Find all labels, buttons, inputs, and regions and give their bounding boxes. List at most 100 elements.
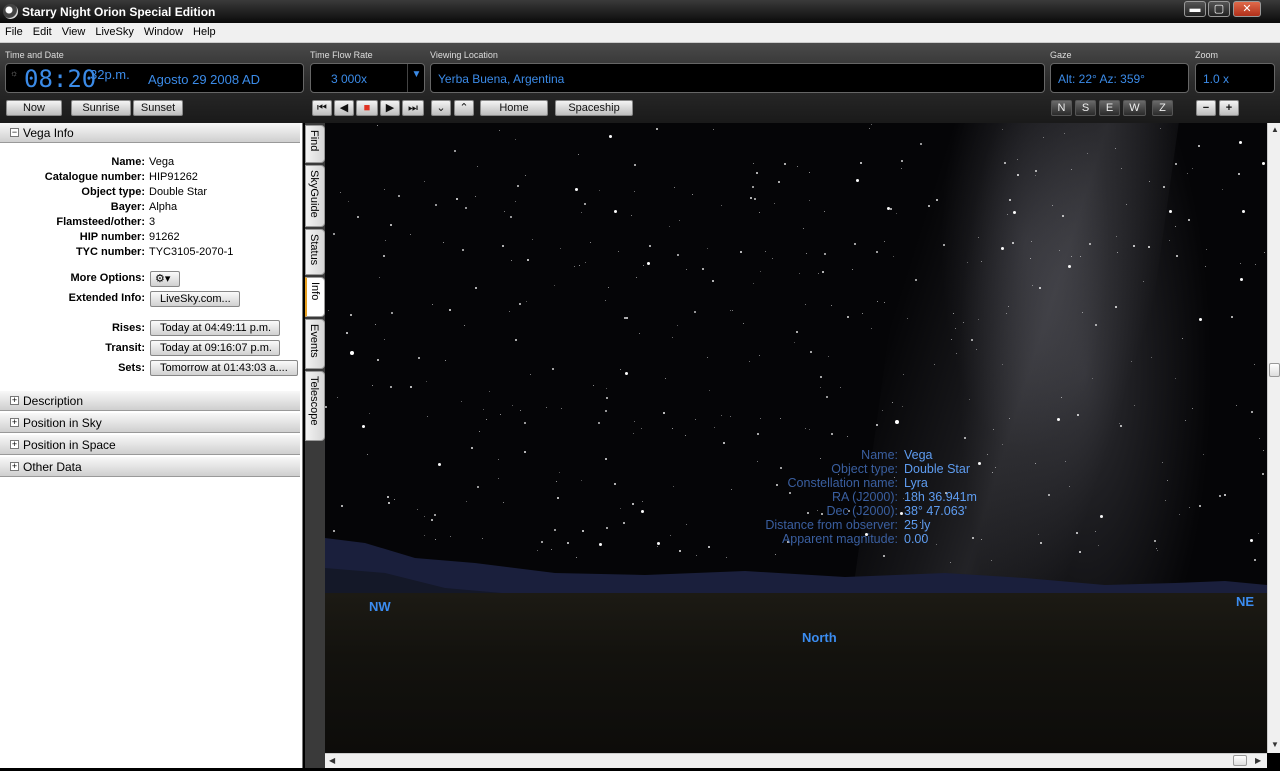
vega-info-title: Vega Info xyxy=(23,126,74,140)
now-button[interactable]: Now xyxy=(6,100,62,116)
horizontal-scrollbar[interactable]: ◀ ▶ xyxy=(325,753,1267,768)
star xyxy=(803,228,804,229)
spaceship-button[interactable]: Spaceship xyxy=(555,100,633,116)
sunset-button[interactable]: Sunset xyxy=(133,100,183,116)
expand-icon[interactable]: + xyxy=(10,440,19,449)
tab-status[interactable]: Status xyxy=(305,229,325,275)
menu-view[interactable]: View xyxy=(57,23,91,38)
sky-view[interactable]: NW North NE Name: Vega Object type: Double… xyxy=(325,123,1267,753)
menu-livesky[interactable]: LiveSky xyxy=(90,23,139,38)
menu-window[interactable]: Window xyxy=(139,23,188,38)
bright-star[interactable] xyxy=(350,351,354,355)
star xyxy=(462,249,464,251)
ampm-value[interactable]: 32p.m. xyxy=(90,67,130,82)
sets-button[interactable]: Tomorrow at 01:43:03 a.... xyxy=(150,360,298,376)
nav-up-button[interactable]: ⌃ xyxy=(454,100,474,116)
minimize-button[interactable]: ▬ xyxy=(1184,1,1206,17)
star xyxy=(641,428,642,429)
star xyxy=(372,385,373,386)
expand-icon[interactable]: + xyxy=(10,418,19,427)
scroll-right-icon[interactable]: ▶ xyxy=(1255,756,1261,765)
ground xyxy=(325,593,1267,753)
sunrise-button[interactable]: Sunrise xyxy=(71,100,131,116)
collapse-icon[interactable]: − xyxy=(10,128,19,137)
zoom-in-button[interactable]: + xyxy=(1219,100,1239,116)
transit-button[interactable]: Today at 09:16:07 p.m. xyxy=(150,340,280,356)
vega-star[interactable] xyxy=(895,420,899,424)
rises-button[interactable]: Today at 04:49:11 p.m. xyxy=(150,320,280,336)
zoom-out-button[interactable]: − xyxy=(1196,100,1216,116)
skip-back-button[interactable]: ⏮ xyxy=(312,100,332,116)
gaze-display[interactable]: Alt: 22° Az: 359° xyxy=(1050,63,1189,93)
gaze-south-button[interactable]: S xyxy=(1075,100,1096,116)
vertical-scrollbar[interactable]: ▲ ▼ xyxy=(1267,123,1280,753)
viewing-location-field[interactable]: Yerba Buena, Argentina xyxy=(430,63,1045,93)
home-button[interactable]: Home xyxy=(480,100,548,116)
play-reverse-button[interactable]: ◀ xyxy=(334,100,354,116)
star xyxy=(486,419,487,420)
zoom-display[interactable]: 1.0 x xyxy=(1195,63,1275,93)
scroll-up-icon[interactable]: ▲ xyxy=(1271,125,1279,134)
time-flow-display[interactable]: 3 000x ▼ xyxy=(310,63,425,93)
nav-down-button[interactable]: ⌄ xyxy=(431,100,451,116)
scroll-down-icon[interactable]: ▼ xyxy=(1271,740,1279,749)
position-in-space-section[interactable]: + Position in Space xyxy=(0,435,300,455)
star xyxy=(822,271,824,273)
tab-label: Status xyxy=(308,234,320,266)
skip-forward-button[interactable]: ⏭ xyxy=(402,100,424,116)
star xyxy=(903,374,904,375)
expand-icon[interactable]: + xyxy=(10,462,19,471)
gaze-zenith-button[interactable]: Z xyxy=(1152,100,1173,116)
star xyxy=(1167,480,1168,481)
star xyxy=(1017,174,1019,176)
menu-help[interactable]: Help xyxy=(188,23,221,38)
vertical-scroll-thumb[interactable] xyxy=(1269,363,1280,377)
time-date-label: Time and Date xyxy=(5,50,64,60)
star xyxy=(928,205,930,207)
star xyxy=(383,255,385,257)
star xyxy=(951,339,952,340)
play-button[interactable]: ▶ xyxy=(380,100,400,116)
date-value[interactable]: Agosto 29 2008 AD xyxy=(148,72,260,87)
stop-button[interactable]: ■ xyxy=(356,100,378,116)
menu-file[interactable]: File xyxy=(0,23,28,38)
star xyxy=(1008,306,1009,307)
more-options-button[interactable]: ⚙▾ xyxy=(150,271,180,287)
star xyxy=(515,339,517,341)
star xyxy=(614,210,617,213)
star xyxy=(978,462,981,465)
star xyxy=(1065,461,1066,462)
star xyxy=(1089,243,1091,245)
star xyxy=(525,175,526,176)
time-flow-dropdown-icon[interactable]: ▼ xyxy=(407,64,425,92)
scroll-left-icon[interactable]: ◀ xyxy=(329,756,335,765)
star xyxy=(575,188,578,191)
star xyxy=(896,213,897,214)
expand-icon[interactable]: + xyxy=(10,396,19,405)
vega-info-header[interactable]: − Vega Info xyxy=(0,123,300,143)
tab-info[interactable]: Info xyxy=(305,277,325,317)
menu-edit[interactable]: Edit xyxy=(28,23,57,38)
star xyxy=(498,478,499,479)
star xyxy=(1199,505,1201,507)
gaze-east-button[interactable]: E xyxy=(1099,100,1120,116)
livesky-button[interactable]: LiveSky.com... xyxy=(150,291,240,307)
gaze-north-button[interactable]: N xyxy=(1051,100,1072,116)
star xyxy=(424,516,425,517)
tab-find[interactable]: Find xyxy=(305,125,325,163)
tab-telescope[interactable]: Telescope xyxy=(305,371,325,441)
gaze-west-button[interactable]: W xyxy=(1123,100,1146,116)
other-data-section[interactable]: + Other Data xyxy=(0,457,300,477)
close-button[interactable]: ✕ xyxy=(1233,1,1261,17)
maximize-button[interactable]: ▢ xyxy=(1208,1,1230,17)
description-section[interactable]: + Description xyxy=(0,391,300,411)
position-in-sky-section[interactable]: + Position in Sky xyxy=(0,413,300,433)
horizontal-scroll-thumb[interactable] xyxy=(1233,755,1247,766)
time-value[interactable]: 08:20 xyxy=(24,65,96,93)
star xyxy=(840,387,841,388)
star xyxy=(721,415,722,416)
tab-skyguide[interactable]: SkyGuide xyxy=(305,165,325,227)
time-date-display[interactable]: ☼ 08:20 32p.m. Agosto 29 2008 AD xyxy=(5,63,304,93)
star xyxy=(560,248,561,249)
tab-events[interactable]: Events xyxy=(305,319,325,369)
